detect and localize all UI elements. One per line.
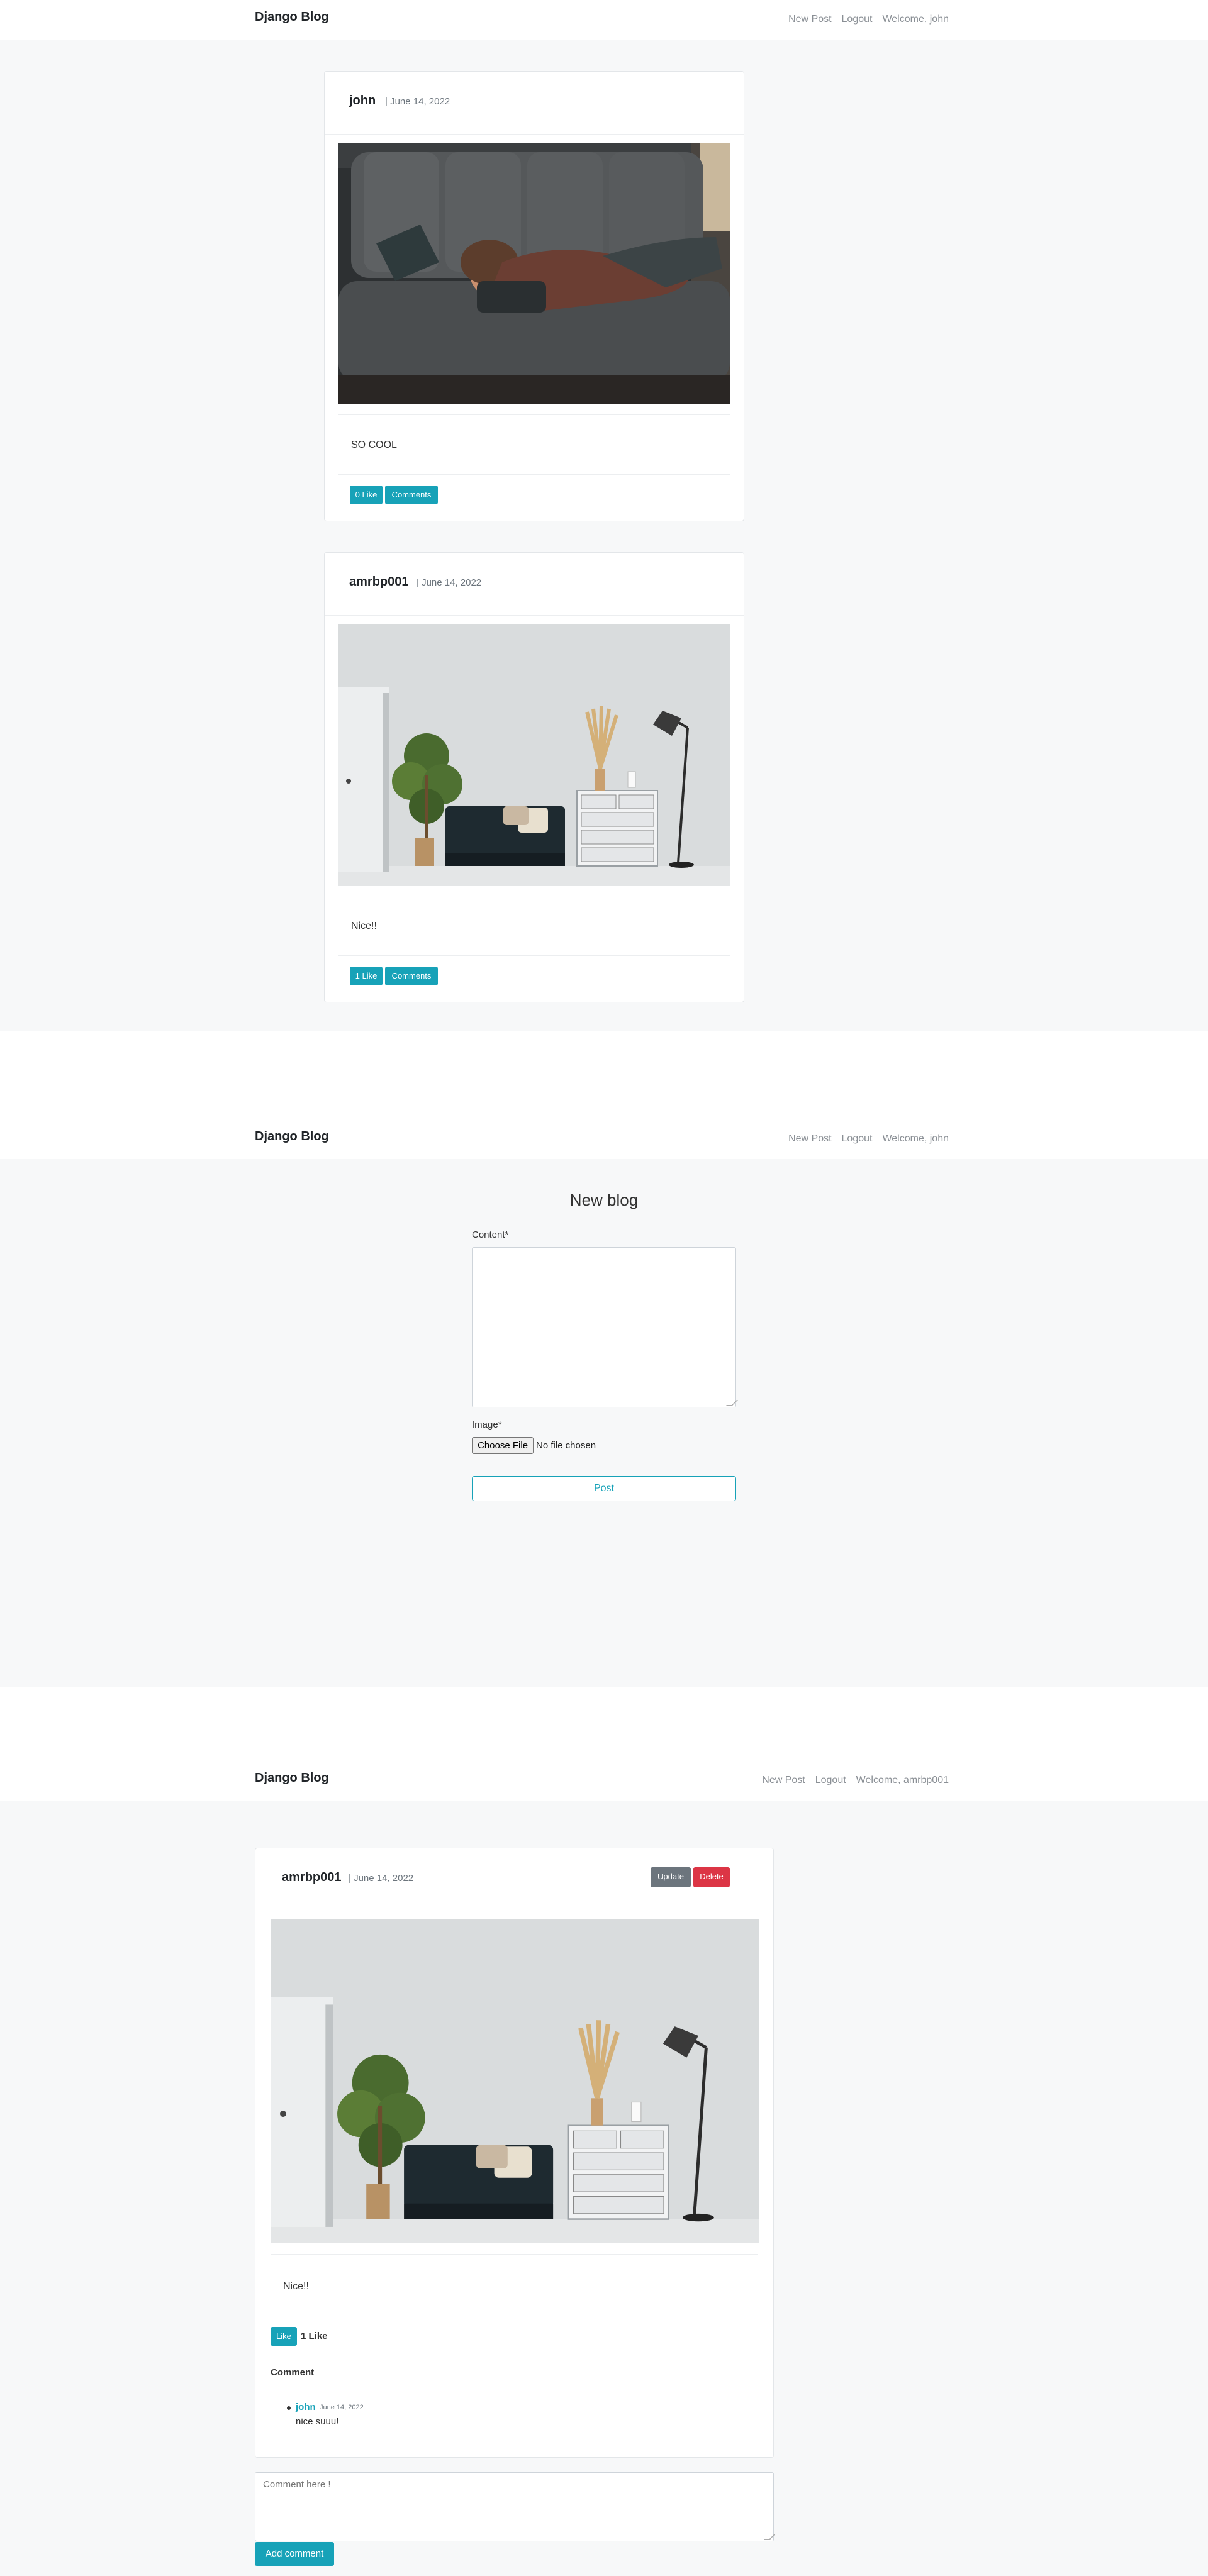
content-textarea[interactable] — [472, 1247, 736, 1407]
file-status: No file chosen — [536, 1440, 596, 1451]
divider — [338, 474, 730, 475]
brand-link[interactable]: Django Blog — [255, 1130, 329, 1144]
post-text: Nice!! — [351, 921, 377, 931]
detail-background: amrbp001 | June 14, 2022 Update Delete N… — [0, 1801, 1208, 2576]
post-submit-button[interactable]: Post — [472, 1476, 736, 1501]
image-label: Image* — [472, 1419, 502, 1430]
comment-heading: Comment — [271, 2367, 315, 2378]
post-image — [338, 624, 730, 886]
bullet-icon — [287, 2406, 291, 2410]
comment-date: June 14, 2022 — [320, 2404, 364, 2411]
navbar: Django Blog New Post Logout Welcome, amr… — [0, 1761, 1208, 1801]
comments-button[interactable]: Comments — [385, 486, 438, 504]
add-comment-button[interactable]: Add comment — [255, 2542, 334, 2566]
post-date: | June 14, 2022 — [349, 1873, 414, 1884]
brand-link[interactable]: Django Blog — [255, 1771, 329, 1785]
content-label: Content* — [472, 1230, 509, 1240]
divider — [338, 414, 730, 415]
comment-body: nice suuu! — [296, 2416, 339, 2427]
nav-logout[interactable]: Logout — [842, 14, 873, 25]
post-header: amrbp001 | June 14, 2022 — [325, 553, 744, 616]
post-date: | June 14, 2022 — [417, 577, 482, 588]
nav-welcome[interactable]: Welcome, john — [882, 14, 949, 25]
post-author[interactable]: amrbp001 — [282, 1870, 342, 1885]
divider — [338, 955, 730, 956]
like-button[interactable]: Like — [271, 2327, 297, 2346]
nav-links: New Post Logout Welcome, john — [788, 14, 949, 25]
post-header: john | June 14, 2022 — [325, 72, 744, 135]
post-image — [271, 1919, 759, 2243]
choose-file-button[interactable]: Choose File — [472, 1437, 534, 1454]
like-count: 1 Like — [301, 2331, 328, 2341]
comments-button[interactable]: Comments — [385, 967, 438, 985]
nav-links: New Post Logout Welcome, amrbp001 — [762, 1775, 949, 1786]
post-image — [338, 143, 730, 404]
nav-new-post[interactable]: New Post — [788, 1133, 831, 1145]
post-header: amrbp001 | June 14, 2022 Update Delete — [255, 1848, 773, 1911]
post-author[interactable]: john — [349, 94, 376, 108]
update-button[interactable]: Update — [651, 1867, 691, 1887]
brand-link[interactable]: Django Blog — [255, 10, 329, 25]
page-title: New blog — [569, 1191, 639, 1209]
nav-welcome[interactable]: Welcome, john — [882, 1133, 949, 1145]
like-button[interactable]: 1 Like — [350, 967, 383, 985]
post-text: SO COOL — [351, 440, 397, 450]
comment-textarea[interactable] — [255, 2472, 774, 2541]
post-date: | June 14, 2022 — [385, 96, 450, 107]
divider — [271, 2254, 758, 2255]
navbar: Django Blog New Post Logout Welcome, joh… — [0, 1119, 1208, 1159]
post-card: john | June 14, 2022 SO COOL 0 Like Comm… — [324, 71, 744, 521]
like-button[interactable]: 0 Like — [350, 486, 383, 504]
nav-links: New Post Logout Welcome, john — [788, 1133, 949, 1145]
new-blog-background: New blog Content* Image* Choose File No … — [0, 1159, 1208, 1687]
feed-background: john | June 14, 2022 SO COOL 0 Like Comm… — [0, 40, 1208, 1031]
nav-new-post[interactable]: New Post — [788, 14, 831, 25]
nav-logout[interactable]: Logout — [842, 1133, 873, 1145]
nav-welcome[interactable]: Welcome, amrbp001 — [856, 1775, 949, 1786]
post-detail-card: amrbp001 | June 14, 2022 Update Delete N… — [255, 1848, 774, 2458]
post-text: Nice!! — [283, 2281, 309, 2292]
nav-new-post[interactable]: New Post — [762, 1775, 805, 1786]
post-author[interactable]: amrbp001 — [349, 575, 409, 589]
nav-logout[interactable]: Logout — [815, 1775, 846, 1786]
navbar: Django Blog New Post Logout Welcome, joh… — [0, 0, 1208, 40]
delete-button[interactable]: Delete — [693, 1867, 730, 1887]
post-card: amrbp001 | June 14, 2022 Nice!! 1 Like C… — [324, 552, 744, 1002]
comment-author[interactable]: john — [296, 2402, 316, 2412]
